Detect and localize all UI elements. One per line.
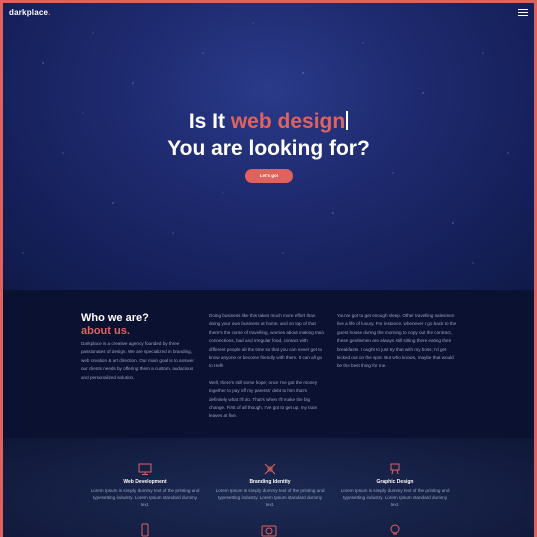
service-text: Lorem Ipsum is simply dummy text of the … — [215, 488, 325, 507]
about-section: Who we are? about us. Darkplace is a cre… — [3, 290, 534, 438]
lightbulb-icon — [390, 524, 400, 535]
service-graphic-design: Graphic Design Lorem Ipsum is simply dum… — [340, 463, 450, 508]
service-title: Graphic Design — [376, 479, 414, 485]
service-branding-identity: Branding Identity Lorem Ipsum is simply … — [215, 463, 325, 508]
about-title-main: Who we are? — [81, 312, 149, 324]
about-column-3: You've got to get enough sleep. Other tr… — [337, 313, 457, 369]
hero-section: darkplace. Is It web design You are look… — [3, 3, 534, 290]
about-intro: Darkplace is a creative agency founded b… — [81, 341, 194, 380]
service-web-development: Web Development Lorem Ipsum is simply du… — [90, 463, 200, 508]
monitor-icon — [138, 463, 152, 475]
headline-line-1: Is It web design — [3, 108, 534, 135]
brand-dot: . — [48, 8, 51, 17]
about-title-accent: about us. — [81, 325, 130, 337]
service-text: Lorem Ipsum is simply dummy text of the … — [340, 488, 450, 507]
hero-headline: Is It web design You are looking for? — [3, 108, 534, 162]
typing-cursor — [346, 111, 349, 130]
camera-icon — [261, 525, 277, 537]
brand-name: darkplace — [9, 8, 49, 17]
about-col2-paragraph-2: Well, there's still some hope; once I've… — [209, 379, 318, 419]
headline-accent: web design — [230, 110, 346, 133]
brand-logo[interactable]: darkplace. — [9, 8, 51, 17]
pencil-ruler-icon — [264, 463, 276, 475]
headline-prefix: Is It — [188, 110, 231, 133]
service-title: Web Development — [123, 479, 167, 485]
service-text: Lorem Ipsum is simply dummy text of the … — [90, 488, 200, 507]
headline-line-2: You are looking for? — [167, 137, 370, 160]
lets-go-button[interactable]: Let's go! — [245, 169, 293, 183]
about-title: Who we are? about us. — [81, 312, 149, 338]
hamburger-menu-icon[interactable] — [518, 9, 528, 16]
service-title: Branding Identity — [249, 479, 291, 485]
mobile-icon — [141, 523, 149, 537]
easel-icon — [390, 463, 400, 475]
about-column-2: Doing business like this takes much more… — [209, 312, 324, 429]
page-frame: darkplace. Is It web design You are look… — [3, 3, 534, 537]
services-section: Web Development Lorem Ipsum is simply du… — [3, 438, 534, 537]
about-col2-paragraph-1: Doing business like this takes much more… — [209, 313, 325, 369]
